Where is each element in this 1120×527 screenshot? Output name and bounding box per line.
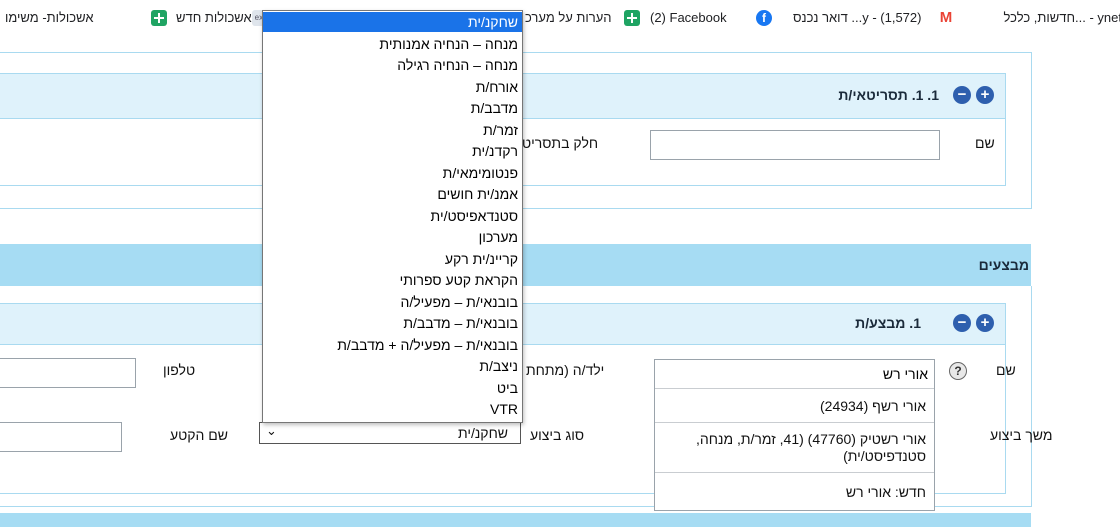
dropdown-option[interactable]: בובנאי/ת – מדבב/ת xyxy=(263,313,522,333)
remove-screenwriter-button[interactable]: − xyxy=(953,86,971,104)
piece-name-label: שם הקטע xyxy=(170,427,229,443)
performer-autocomplete: אורי רשף (24934) אורי רשטיק (47760) (41,… xyxy=(654,359,935,511)
screenwriter-name-input[interactable] xyxy=(650,130,940,160)
dropdown-option[interactable]: בובנאי/ת – מפעיל/ה + מדבב/ת xyxy=(263,335,522,355)
performance-type-label: סוג ביצוע xyxy=(530,427,585,443)
dropdown-option[interactable]: הקראת קטע ספרותי xyxy=(263,270,522,290)
dropdown-option[interactable]: רקדנ/ית xyxy=(263,141,522,161)
next-section-header xyxy=(0,513,1031,527)
dropdown-option[interactable]: קריינ/ית רקע xyxy=(263,249,522,269)
autocomplete-option[interactable]: חדש: אורי רש xyxy=(655,472,934,510)
bookmark-threads-tasks[interactable]: אשכולות- משימו xyxy=(5,9,94,27)
dropdown-option[interactable]: סטנדאפיסט/ית xyxy=(263,206,522,226)
dropdown-option[interactable]: מערכון xyxy=(263,227,522,247)
bookmarks-bar: חדשות, כלכל... - ynet M דואר נכנס ...y -… xyxy=(0,0,1120,36)
performers-title: מבצעים xyxy=(978,257,1029,273)
add-performer-button[interactable]: + xyxy=(976,314,994,332)
chevron-down-icon: ⌄ xyxy=(266,423,277,438)
dropdown-option[interactable]: בובנאי/ת – מפעיל/ה xyxy=(263,292,522,312)
child-label: ילד/ה (מתחת xyxy=(526,362,605,378)
bookmark-threads-new[interactable]: אשכולות חדש xyxy=(176,9,252,27)
bookmark-comments[interactable]: הערות על מערכ xyxy=(525,9,612,27)
performance-type-dropdown: שחקנ/ית מנחה – הנחיה אמנותית מנחה – הנחיה … xyxy=(262,10,523,423)
remove-performer-button[interactable]: − xyxy=(953,314,971,332)
help-icon[interactable]: ? xyxy=(949,362,967,380)
screenwriter-part-label: חלק בתסריט xyxy=(522,135,599,151)
add-screenwriter-button[interactable]: + xyxy=(976,86,994,104)
phone-input[interactable] xyxy=(0,358,136,388)
dropdown-option[interactable]: שחקנ/ית xyxy=(263,12,522,32)
facebook-icon: f xyxy=(756,10,772,26)
dropdown-option[interactable]: זמר/ת xyxy=(263,120,522,140)
dropdown-option[interactable]: אמנ/ית חושים xyxy=(263,184,522,204)
dropdown-option[interactable]: VTR xyxy=(263,399,522,419)
performance-type-value: שחקנ/ית xyxy=(457,425,508,441)
bookmark-ynet[interactable]: חדשות, כלכל... - ynet xyxy=(1004,9,1120,27)
dropdown-option[interactable]: מדבב/ת xyxy=(263,98,522,118)
dropdown-option[interactable]: אורח/ת xyxy=(263,77,522,97)
gmail-icon: M xyxy=(939,9,953,26)
dropdown-option[interactable]: ניצב/ת xyxy=(263,356,522,376)
performer-title: 1. מבצע/ת xyxy=(855,315,921,331)
dropdown-option[interactable]: פנטומימאי/ת xyxy=(263,163,522,183)
performance-duration-label: משך ביצוע xyxy=(990,427,1053,443)
sheets-icon xyxy=(151,10,167,26)
dropdown-option[interactable]: מנחה – הנחיה אמנותית xyxy=(263,34,522,54)
screenwriter-name-label: שם xyxy=(975,135,995,151)
dropdown-option[interactable]: ביט xyxy=(263,378,522,398)
performance-type-select[interactable]: שחקנ/ית ⌄ xyxy=(259,422,521,444)
performer-name-input[interactable] xyxy=(655,360,934,388)
phone-label: טלפון xyxy=(163,362,196,378)
bookmark-facebook[interactable]: (2) Facebook xyxy=(650,9,727,27)
bookmark-gmail[interactable]: דואר נכנס ...y - (1,572) xyxy=(793,9,921,27)
performer-name-label: שם xyxy=(996,362,1016,378)
autocomplete-option[interactable]: אורי רשף (24934) xyxy=(655,388,934,422)
piece-name-input[interactable] xyxy=(0,422,122,452)
sheets-icon xyxy=(624,10,640,26)
screenwriter-title: 1. 1. תסריטאי/ת xyxy=(838,87,939,103)
autocomplete-option[interactable]: אורי רשטיק (47760) (41, זמר/ת, מנחה, סטנ… xyxy=(655,422,934,472)
dropdown-option[interactable]: מנחה – הנחיה רגילה xyxy=(263,55,522,75)
